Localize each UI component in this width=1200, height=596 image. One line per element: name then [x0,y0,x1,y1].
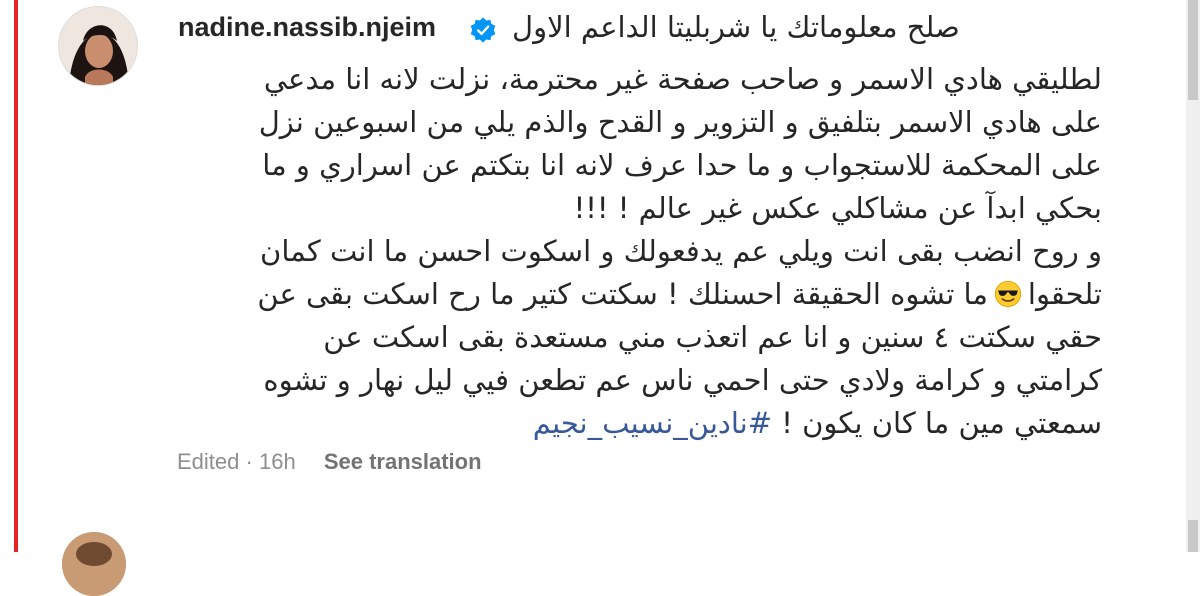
comment-text-line-5: بحكي ابدآ عن مشاكلي عكس غير عالم ! !!! [573,191,1102,225]
comment-text-line-7a: تلحقوا [1027,277,1102,311]
comment-text-line-1: صلح معلوماتك يا شربليتا الداعم الاول [512,10,960,44]
next-avatar-image [62,532,126,596]
hashtag-link[interactable]: #نادين_نسيب_نجيم [533,406,772,440]
left-accent-border [0,0,18,552]
edited-label: Edited [177,449,240,474]
avatar[interactable] [58,6,138,86]
timestamp[interactable]: 16h [259,449,296,474]
comment-text-line-8: حقي سكتت ٤ سنين و انا عم اتعذب مني مستعد… [323,320,1102,354]
comment-text-line-10: سمعتي مين ما كان يكون ! #نادين_نسيب_نجيم [172,402,1102,445]
avatar-image [59,7,137,85]
comment-body: لطليقي هادي الاسمر و صاحب صفحة غير محترم… [172,58,1102,445]
comment-text-line-2: لطليقي هادي الاسمر و صاحب صفحة غير محترم… [263,62,1102,96]
next-comment-avatar[interactable] [62,532,126,596]
comment-meta: Edited · 16h See translation [177,449,482,475]
comment-header: nadine.nassib.njeim صلح معلوماتك يا شربل… [172,0,1102,62]
meta-separator: · [245,449,253,474]
scrollbar-thumb-lower[interactable] [1188,520,1198,552]
see-translation-button[interactable]: See translation [324,449,482,474]
sunglasses-emoji-icon [994,280,1022,308]
comment-text-line-6: و روح انضب بقى انت ويلي عم يدفعولك و اسك… [260,234,1102,268]
scrollbar-thumb[interactable] [1188,0,1198,100]
comment-text-line-7: تلحقوا ما تشوه الحقيقة احسنلك ! سكتت كتير… [172,273,1102,316]
comment-text-line-7b: ما تشوه الحقيقة احسنلك ! سكتت كتير ما رح… [257,277,988,311]
scrollbar[interactable] [1186,0,1200,552]
next-comment-cropped [180,536,1100,556]
comment-text-line-4: على المحكمة للاستجواب و ما حدا عرف لانه … [262,148,1102,182]
comment-text-line-10a: سمعتي مين ما كان يكون ! [781,406,1102,440]
comment-text-line-9: كرامتي و كرامة ولادي حتى احمي ناس عم تطع… [263,363,1102,397]
comment-text-line-3: على هادي الاسمر بتلفيق و التزوير و القدح… [258,105,1102,139]
comment-block: nadine.nassib.njeim صلح معلوماتك يا شربل… [172,0,1102,445]
verified-badge-icon [470,17,496,43]
username-link[interactable]: nadine.nassib.njeim [178,12,436,43]
